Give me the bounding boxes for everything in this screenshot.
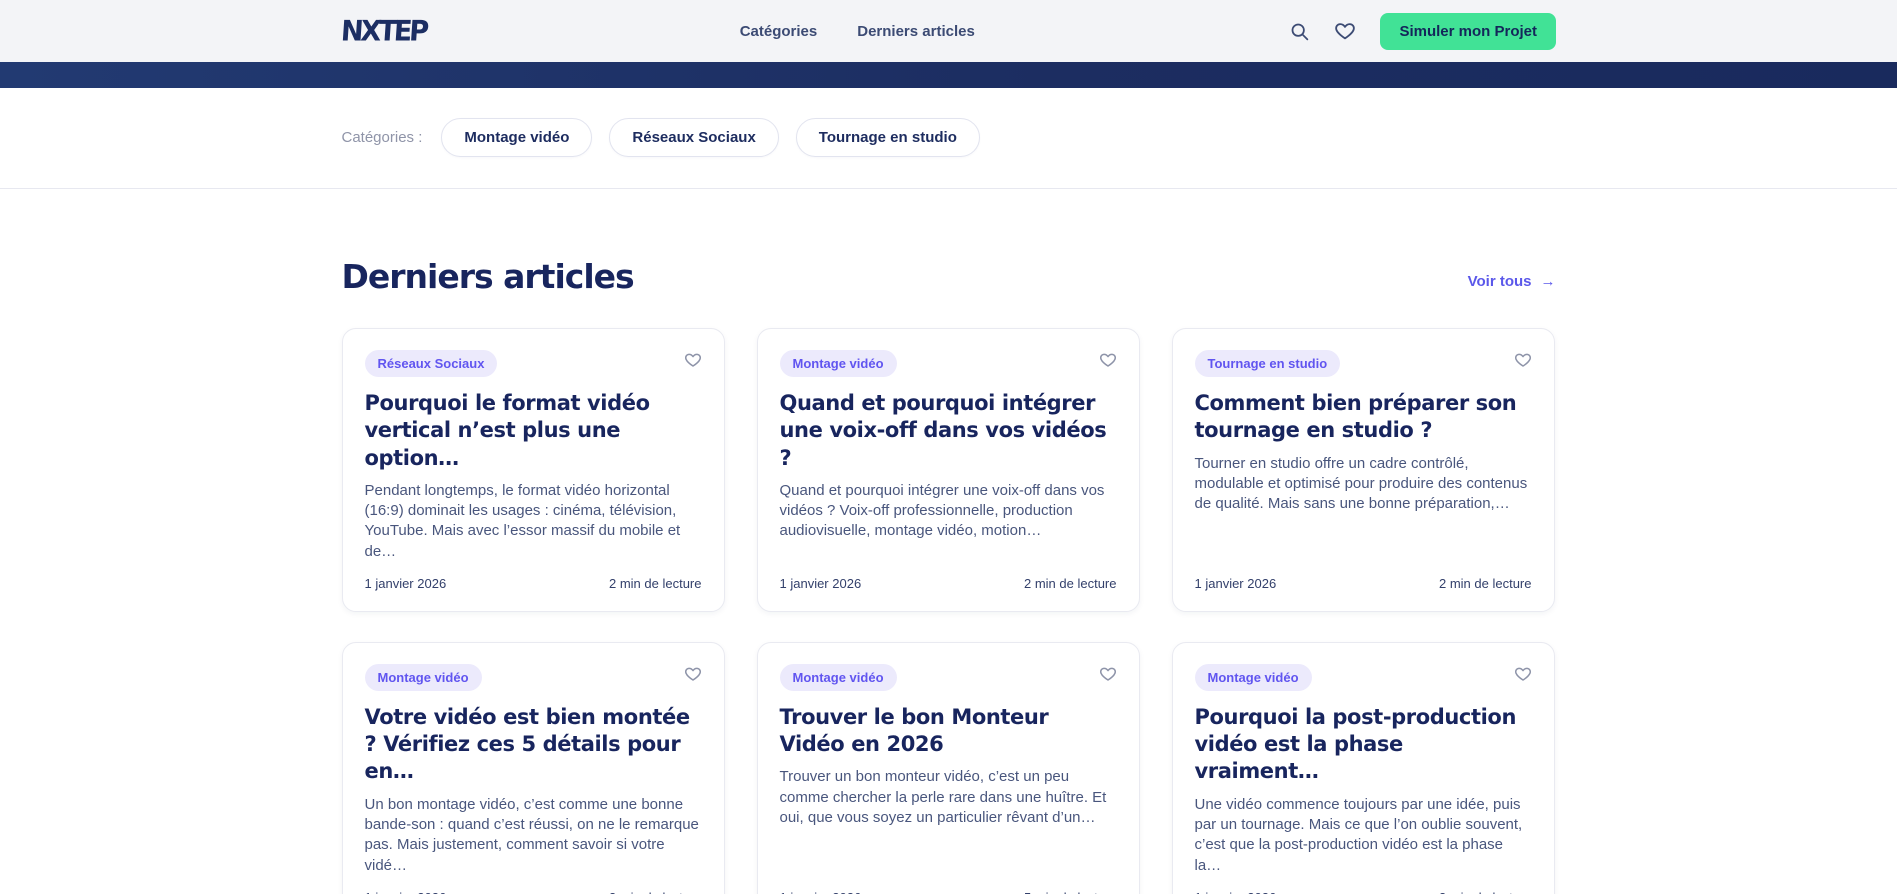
main-content: Derniers articles Voir tous → Réseaux So… <box>341 189 1556 894</box>
arrow-right-icon: → <box>1540 273 1556 290</box>
article-card[interactable]: Montage vidéo Trouver le bon Monteur Vid… <box>756 641 1140 894</box>
article-date: 1 janvier 2026 <box>779 575 862 591</box>
article-date: 1 janvier 2026 <box>364 575 447 591</box>
nav-link-derniers-articles[interactable]: Derniers articles <box>857 23 975 40</box>
article-excerpt: Trouver un bon monteur vidéo, c’est un p… <box>779 768 1107 826</box>
article-excerpt: Tourner en studio offre un cadre contrôl… <box>1194 454 1528 513</box>
favorite-heart-icon[interactable] <box>1514 665 1532 683</box>
article-card[interactable]: Montage vidéo Quand et pourquoi intégrer… <box>756 328 1140 612</box>
category-badge[interactable]: Tournage en studio <box>1194 350 1341 377</box>
category-pill-montage-video[interactable]: Montage vidéo <box>441 118 593 157</box>
category-badge[interactable]: Montage vidéo <box>779 350 897 377</box>
article-card[interactable]: Réseaux Sociaux Pourquoi le format vidéo… <box>341 328 725 612</box>
simulate-project-button[interactable]: Simuler mon Projet <box>1380 12 1556 50</box>
articles-grid: Réseaux Sociaux Pourquoi le format vidéo… <box>341 328 1556 894</box>
article-title[interactable]: Pourquoi la post-production vidéo est la… <box>1195 704 1532 786</box>
article-excerpt: Quand et pourquoi intégrer une voix-off … <box>779 481 1105 540</box>
article-excerpt: Un bon montage vidéo, c’est comme une bo… <box>364 795 699 874</box>
favorite-heart-icon[interactable] <box>1514 351 1532 369</box>
category-bar-label: Catégories : <box>341 129 423 146</box>
article-date: 1 janvier 2026 <box>780 890 862 894</box>
category-bar: Catégories : Montage vidéo Réseaux Socia… <box>0 88 1897 189</box>
category-badge[interactable]: Réseaux Sociaux <box>364 350 498 377</box>
article-read-time: 5 min de lecture <box>1024 890 1117 894</box>
search-icon[interactable] <box>1288 20 1310 42</box>
article-read-time: 2 min de lecture <box>609 575 702 591</box>
category-pill-reseaux-sociaux[interactable]: Réseaux Sociaux <box>609 118 779 157</box>
article-title[interactable]: Trouver le bon Monteur Vidéo en 2026 <box>780 704 1117 759</box>
main-nav: Catégories Derniers articles <box>426 23 1288 40</box>
category-badge[interactable]: Montage vidéo <box>1194 663 1312 691</box>
article-read-time: 2 min de lecture <box>1024 575 1117 591</box>
page-title: Derniers articles <box>341 257 635 296</box>
brand-logo[interactable]: NXTEP <box>340 15 427 48</box>
view-all-link[interactable]: Voir tous → <box>1468 273 1556 296</box>
top-navbar: NXTEP Catégories Derniers articles Simul… <box>0 0 1897 62</box>
favorite-heart-icon[interactable] <box>1099 665 1117 683</box>
hero-strip <box>0 62 1897 88</box>
navbar-actions: Simuler mon Projet <box>1288 12 1556 50</box>
view-all-label: Voir tous <box>1467 273 1532 290</box>
favorite-heart-icon[interactable] <box>684 665 702 683</box>
favorite-heart-icon[interactable] <box>1099 351 1117 369</box>
article-read-time: 3 min de lecture <box>609 890 702 894</box>
article-read-time: 3 min de lecture <box>1439 890 1532 894</box>
article-date: 1 janvier 2026 <box>1195 890 1277 894</box>
article-card[interactable]: Montage vidéo Pourquoi la post-productio… <box>1171 641 1555 894</box>
article-title[interactable]: Pourquoi le format vidéo vertical n’est … <box>365 390 702 472</box>
category-pill-tournage-studio[interactable]: Tournage en studio <box>795 118 980 157</box>
article-card[interactable]: Tournage en studio Comment bien préparer… <box>1171 328 1555 612</box>
article-excerpt: Une vidéo commence toujours par une idée… <box>1194 795 1523 874</box>
article-card[interactable]: Montage vidéo Votre vidéo est bien monté… <box>341 641 725 894</box>
category-badge[interactable]: Montage vidéo <box>779 663 897 691</box>
article-title[interactable]: Quand et pourquoi intégrer une voix-off … <box>780 390 1117 472</box>
article-date: 1 janvier 2026 <box>365 890 447 894</box>
category-badge[interactable]: Montage vidéo <box>364 663 482 691</box>
article-excerpt: Pendant longtemps, le format vidéo horiz… <box>364 481 681 560</box>
article-title[interactable]: Comment bien préparer son tournage en st… <box>1195 390 1532 445</box>
article-title[interactable]: Votre vidéo est bien montée ? Vérifiez c… <box>365 704 702 786</box>
article-read-time: 2 min de lecture <box>1439 575 1532 591</box>
favorites-heart-icon[interactable] <box>1334 20 1356 42</box>
article-date: 1 janvier 2026 <box>1194 575 1277 591</box>
nav-link-categories[interactable]: Catégories <box>740 23 818 40</box>
favorite-heart-icon[interactable] <box>684 351 702 369</box>
